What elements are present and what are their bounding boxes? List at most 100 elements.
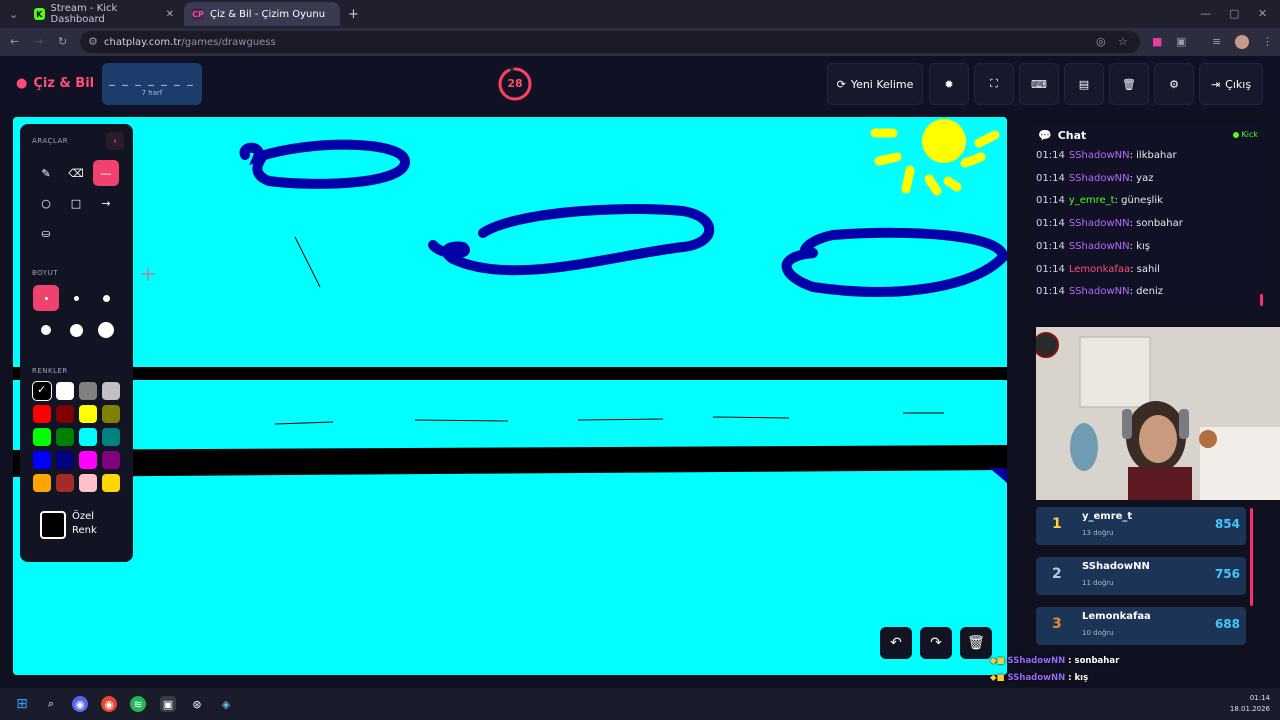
- exit-button[interactable]: ⇥ Çıkış: [1199, 63, 1263, 105]
- size-option-3[interactable]: [93, 285, 119, 311]
- size-option-1[interactable]: [33, 285, 59, 311]
- size-option-4[interactable]: [33, 317, 59, 343]
- new-tab-icon[interactable]: +: [348, 8, 359, 21]
- player-name: y_emre_t: [1082, 511, 1133, 522]
- rank-number: 2: [1052, 566, 1062, 582]
- close-icon[interactable]: ✕: [166, 9, 174, 20]
- collapse-panel-button[interactable]: ‹: [106, 132, 124, 150]
- keyboard-button[interactable]: ⌨: [1019, 63, 1059, 105]
- color-swatch[interactable]: [33, 451, 51, 469]
- new-word-button[interactable]: ⟳ Yeni Kelime: [827, 63, 923, 105]
- menu-icon[interactable]: ⋮: [1262, 36, 1273, 47]
- color-swatch[interactable]: [33, 474, 51, 492]
- color-swatch[interactable]: [56, 428, 74, 446]
- archive-button[interactable]: ▤: [1064, 63, 1104, 105]
- delete-button[interactable]: 🗑: [1109, 63, 1149, 105]
- color-swatch[interactable]: [56, 405, 74, 423]
- drawing-canvas[interactable]: [13, 117, 1007, 675]
- square-icon: □: [70, 196, 82, 210]
- color-swatch[interactable]: [102, 474, 120, 492]
- clear-canvas-button[interactable]: 🗑: [960, 627, 992, 659]
- site-info-icon[interactable]: ⚙: [88, 36, 98, 47]
- spotify-icon[interactable]: ≋: [130, 696, 146, 712]
- size-option-5[interactable]: [63, 317, 89, 343]
- extensions-puzzle-icon[interactable]: ▣: [1176, 36, 1186, 47]
- app-logo[interactable]: ● Çiz & Bil: [16, 76, 94, 91]
- fill-tool[interactable]: ⛀: [33, 220, 59, 246]
- color-swatch[interactable]: [102, 382, 120, 400]
- back-icon[interactable]: ←: [10, 36, 19, 47]
- color-swatch[interactable]: [56, 382, 74, 400]
- search-icon[interactable]: ⌕: [43, 696, 59, 712]
- overlay-text: : kış: [1065, 672, 1089, 683]
- color-swatch[interactable]: [33, 405, 51, 423]
- message-user[interactable]: SShadowNN: [1069, 241, 1130, 252]
- color-swatch[interactable]: ✓: [32, 381, 52, 401]
- close-window-icon[interactable]: ✕: [1258, 8, 1267, 19]
- arrow-tool[interactable]: →: [93, 190, 119, 216]
- reading-list-icon[interactable]: ≡: [1212, 36, 1221, 47]
- color-swatch[interactable]: [102, 451, 120, 469]
- eye-off-icon[interactable]: ◎: [1096, 36, 1106, 47]
- chrome-icon[interactable]: ◉: [101, 696, 117, 712]
- system-clock[interactable]: 01:14 18.01.2026: [1230, 693, 1270, 715]
- maximize-icon[interactable]: ▢: [1229, 8, 1239, 19]
- game-launcher-icon[interactable]: ⊛: [189, 696, 205, 712]
- app-icon[interactable]: ▣: [160, 696, 176, 712]
- message-user[interactable]: SShadowNN: [1069, 218, 1130, 229]
- overlay-user: SShadowNN: [1007, 672, 1066, 683]
- size-option-2[interactable]: [63, 285, 89, 311]
- chat-scrollbar[interactable]: [1260, 294, 1263, 306]
- reload-icon[interactable]: ↻: [58, 36, 67, 47]
- windows-start-icon[interactable]: ⊞: [14, 696, 30, 712]
- tab-search-icon[interactable]: ⌄: [9, 9, 18, 20]
- profile-avatar[interactable]: [1235, 35, 1249, 49]
- tab-kick-dashboard[interactable]: K Stream - Kick Dashboard ✕: [26, 2, 182, 26]
- fullscreen-button[interactable]: ⛶: [974, 63, 1014, 105]
- message-user[interactable]: SShadowNN: [1069, 150, 1130, 161]
- discord-icon[interactable]: ◉: [72, 696, 88, 712]
- chatplay-icon: CP: [192, 8, 204, 20]
- circle-tool[interactable]: ○: [33, 190, 59, 216]
- message-user[interactable]: Lemonkafaa: [1069, 264, 1130, 275]
- message-user[interactable]: y_emre_t: [1069, 195, 1115, 206]
- size-option-6[interactable]: [93, 317, 119, 343]
- redo-button[interactable]: ↷: [920, 627, 952, 659]
- settings-button[interactable]: ⚙: [1154, 63, 1194, 105]
- eraser-tool[interactable]: ⌫: [63, 160, 89, 186]
- url-field[interactable]: ⚙ chatplay.com.tr/games/drawguess ◎ ☆: [80, 31, 1140, 53]
- color-swatch[interactable]: [33, 428, 51, 446]
- extension-icon[interactable]: ■: [1152, 36, 1162, 47]
- undo-button[interactable]: ↶: [880, 627, 912, 659]
- message-user[interactable]: SShadowNN: [1069, 286, 1130, 297]
- minimize-icon[interactable]: —: [1200, 8, 1211, 19]
- custom-color-swatch[interactable]: [40, 511, 66, 539]
- tab-chatplay[interactable]: CP Çiz & Bil - Çizim Oyunu: [184, 2, 340, 26]
- chevron-left-icon: ‹: [113, 135, 117, 147]
- custom-color-label[interactable]: Özel Renk: [72, 510, 97, 538]
- color-swatch[interactable]: [102, 405, 120, 423]
- badge-icon: ◆■: [990, 656, 1008, 666]
- bookmark-star-icon[interactable]: ☆: [1118, 36, 1128, 47]
- color-swatch[interactable]: [102, 428, 120, 446]
- leaderboard-scrollbar[interactable]: [1250, 508, 1253, 606]
- steam-icon[interactable]: ◈: [218, 696, 234, 712]
- forward-icon[interactable]: →: [34, 36, 43, 47]
- tab-label: Çiz & Bil - Çizim Oyunu: [210, 8, 326, 20]
- size-dot: [73, 295, 79, 301]
- color-swatch[interactable]: [79, 428, 97, 446]
- color-swatch[interactable]: [79, 474, 97, 492]
- brush-tool[interactable]: ✎: [33, 160, 59, 186]
- chat-message: 01:14 SShadowNN: yaz: [1036, 173, 1153, 184]
- color-swatch[interactable]: [56, 451, 74, 469]
- color-swatch[interactable]: [56, 474, 74, 492]
- color-swatch[interactable]: [79, 405, 97, 423]
- colors-title: RENKLER: [32, 367, 68, 375]
- badge-icon: ◆■: [990, 672, 1008, 683]
- line-tool[interactable]: —: [93, 160, 119, 186]
- bug-button[interactable]: ✹: [929, 63, 969, 105]
- color-swatch[interactable]: [79, 451, 97, 469]
- message-user[interactable]: SShadowNN: [1069, 173, 1130, 184]
- rectangle-tool[interactable]: □: [63, 190, 89, 216]
- color-swatch[interactable]: [79, 382, 97, 400]
